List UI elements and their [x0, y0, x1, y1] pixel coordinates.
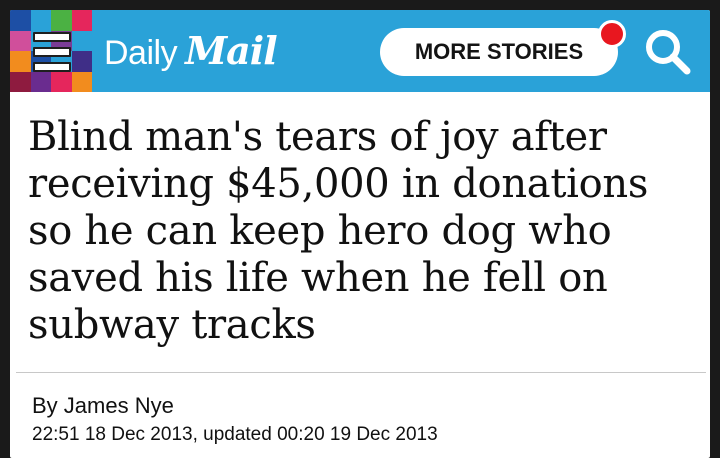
article-timestamp: 22:51 18 Dec 2013, updated 00:20 19 Dec … [32, 424, 438, 445]
logo-mail-text: Mail [185, 28, 278, 73]
app-frame: Daily Mail MORE STORIES Blind man's tear… [10, 10, 710, 458]
article-byline[interactable]: By James Nye [32, 393, 174, 419]
headline-divider [16, 372, 706, 373]
logo-daily-text: Daily [104, 34, 178, 72]
article-headline: Blind man's tears of joy after receiving… [28, 114, 649, 348]
hamburger-menu-icon[interactable] [32, 32, 72, 72]
daily-mail-logo[interactable]: Daily Mail [104, 28, 278, 74]
search-icon[interactable] [642, 26, 694, 78]
more-stories-button[interactable]: MORE STORIES [380, 28, 618, 76]
notification-badge [598, 20, 626, 48]
top-header-bar: Daily Mail MORE STORIES [10, 10, 710, 92]
